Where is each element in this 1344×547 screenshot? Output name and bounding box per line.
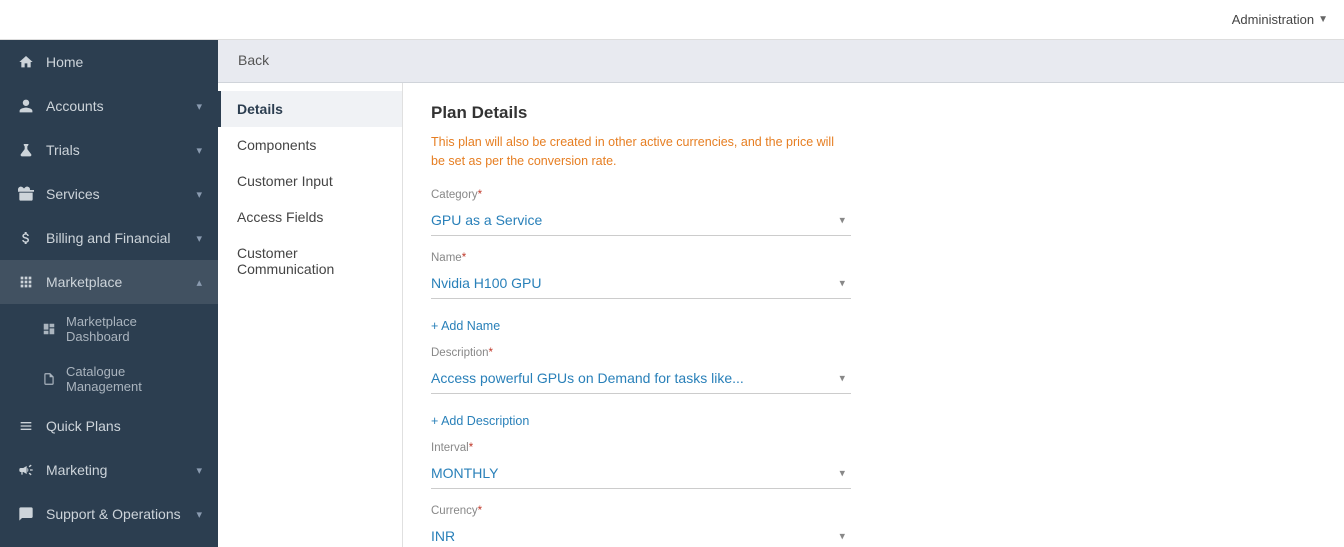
layout: Home Accounts ▾ Trials ▾ Services ▾	[0, 40, 1344, 547]
sidebar-item-support[interactable]: Support & Operations ▾	[0, 492, 218, 536]
sidebar-sub-catalogue[interactable]: Catalogue Management	[0, 354, 218, 404]
admin-chevron: ▼	[1318, 14, 1328, 25]
trials-chevron: ▾	[196, 144, 202, 157]
description-select-wrapper: Access powerful GPUs on Demand for tasks…	[431, 363, 851, 394]
sidebar-sub-marketplace-dashboard-label: Marketplace Dashboard	[66, 314, 202, 344]
billing-chevron: ▾	[196, 232, 202, 245]
sidebar-item-trials-label: Trials	[46, 142, 196, 158]
sidebar-item-marketplace[interactable]: Marketplace ▴	[0, 260, 218, 304]
form-panel: Plan Details This plan will also be crea…	[403, 83, 1344, 547]
billing-icon	[16, 228, 36, 248]
sidebar-sub-catalogue-label: Catalogue Management	[66, 364, 202, 394]
sidebar-item-quick-plans[interactable]: Quick Plans	[0, 404, 218, 448]
add-name-link[interactable]: + Add Name	[431, 319, 500, 333]
category-select-wrapper: GPU as a Service ▾	[431, 205, 851, 236]
currency-select-wrapper: INR ▾	[431, 521, 851, 547]
left-nav-details[interactable]: Details	[218, 91, 402, 127]
name-select-wrapper: Nvidia H100 GPU ▾	[431, 268, 851, 299]
accounts-chevron: ▾	[196, 100, 202, 113]
sidebar-item-trials[interactable]: Trials ▾	[0, 128, 218, 172]
currency-group: Currency* INR ▾	[431, 505, 851, 547]
account-icon	[16, 96, 36, 116]
interval-select[interactable]: MONTHLY	[431, 458, 851, 488]
marketing-icon	[16, 460, 36, 480]
category-select[interactable]: GPU as a Service	[431, 205, 851, 235]
trials-icon	[16, 140, 36, 160]
currency-label: Currency*	[431, 505, 851, 517]
left-nav-customer-communication[interactable]: Customer Communication	[218, 235, 402, 287]
form-note: This plan will also be created in other …	[431, 133, 851, 171]
sidebar-item-home[interactable]: Home	[0, 40, 218, 84]
left-nav-access-fields[interactable]: Access Fields	[218, 199, 402, 235]
marketplace-chevron: ▴	[196, 276, 202, 289]
marketplace-icon	[16, 272, 36, 292]
left-nav: Details Components Customer Input Access…	[218, 83, 403, 547]
admin-menu[interactable]: Administration ▼	[1232, 12, 1328, 27]
sidebar-item-quick-plans-label: Quick Plans	[46, 418, 202, 434]
marketing-chevron: ▾	[196, 464, 202, 477]
sidebar-item-marketing[interactable]: Marketing ▾	[0, 448, 218, 492]
sidebar-item-accounts-label: Accounts	[46, 98, 196, 114]
name-group: Name* Nvidia H100 GPU ▾	[431, 252, 851, 299]
add-description-link[interactable]: + Add Description	[431, 414, 529, 428]
topbar: Administration ▼	[0, 0, 1344, 40]
content-area: Details Components Customer Input Access…	[218, 83, 1344, 547]
sidebar-item-billing-label: Billing and Financial	[46, 230, 196, 246]
form-title: Plan Details	[431, 103, 1316, 123]
category-label: Category*	[431, 189, 851, 201]
dashboard-icon	[40, 320, 58, 338]
main-panel: Back Details Components Customer Input A…	[218, 40, 1344, 547]
description-group: Description* Access powerful GPUs on Dem…	[431, 347, 851, 394]
interval-group: Interval* MONTHLY ▾	[431, 442, 851, 489]
sidebar-item-support-label: Support & Operations	[46, 506, 196, 522]
sidebar: Home Accounts ▾ Trials ▾ Services ▾	[0, 40, 218, 547]
back-link[interactable]: Back	[238, 52, 269, 68]
left-nav-components[interactable]: Components	[218, 127, 402, 163]
services-icon	[16, 184, 36, 204]
sidebar-item-marketing-label: Marketing	[46, 462, 196, 478]
support-icon	[16, 504, 36, 524]
sidebar-item-services[interactable]: Services ▾	[0, 172, 218, 216]
interval-label: Interval*	[431, 442, 851, 454]
currency-select[interactable]: INR	[431, 521, 851, 547]
support-chevron: ▾	[196, 508, 202, 521]
admin-label: Administration	[1232, 12, 1314, 27]
interval-select-wrapper: MONTHLY ▾	[431, 458, 851, 489]
sidebar-item-marketplace-label: Marketplace	[46, 274, 196, 290]
services-chevron: ▾	[196, 188, 202, 201]
home-icon	[16, 52, 36, 72]
sidebar-item-services-label: Services	[46, 186, 196, 202]
sidebar-item-billing[interactable]: Billing and Financial ▾	[0, 216, 218, 260]
sidebar-item-accounts[interactable]: Accounts ▾	[0, 84, 218, 128]
category-group: Category* GPU as a Service ▾	[431, 189, 851, 236]
name-label: Name*	[431, 252, 851, 264]
description-select[interactable]: Access powerful GPUs on Demand for tasks…	[431, 363, 851, 393]
back-bar: Back	[218, 40, 1344, 83]
sidebar-item-home-label: Home	[46, 54, 202, 70]
description-label: Description*	[431, 347, 851, 359]
name-select[interactable]: Nvidia H100 GPU	[431, 268, 851, 298]
left-nav-customer-input[interactable]: Customer Input	[218, 163, 402, 199]
quick-plans-icon	[16, 416, 36, 436]
catalogue-icon	[40, 370, 58, 388]
sidebar-sub-marketplace-dashboard[interactable]: Marketplace Dashboard	[0, 304, 218, 354]
